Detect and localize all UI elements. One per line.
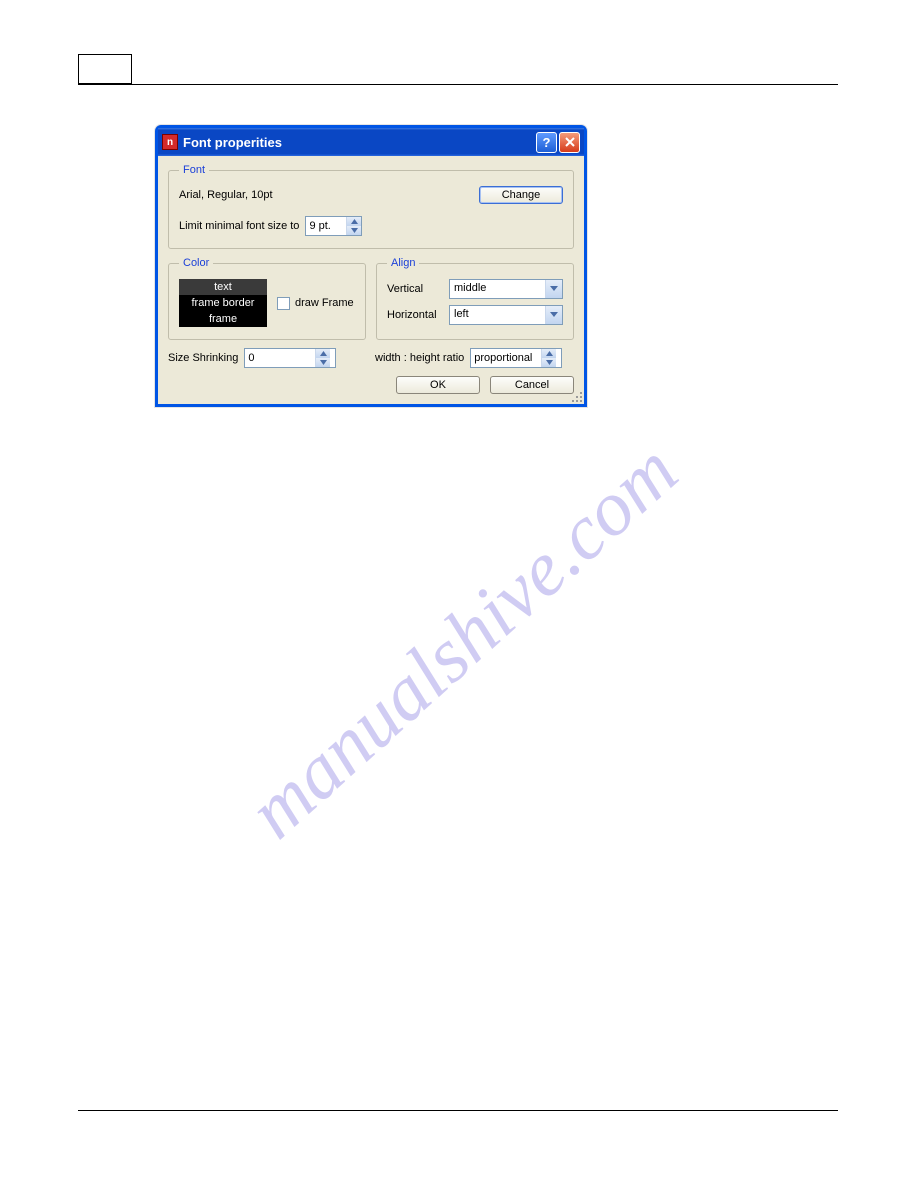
- size-shrinking-input[interactable]: [245, 349, 315, 367]
- change-button[interactable]: Change: [479, 186, 563, 204]
- app-icon: n: [162, 134, 178, 150]
- limit-font-input[interactable]: [306, 217, 346, 235]
- page-rule-top: [78, 84, 838, 85]
- color-option-frame-border[interactable]: frame border: [179, 295, 267, 311]
- page-rule-bottom: [78, 1110, 838, 1111]
- close-button[interactable]: [559, 132, 580, 153]
- help-button[interactable]: ?: [536, 132, 557, 153]
- color-option-frame[interactable]: frame: [179, 311, 267, 327]
- spinner-up-icon[interactable]: [347, 217, 361, 226]
- spinner-down-icon[interactable]: [316, 358, 330, 367]
- vertical-combo-value: middle: [450, 280, 545, 298]
- align-group-legend: Align: [387, 257, 419, 269]
- vertical-label: Vertical: [387, 283, 449, 295]
- color-list[interactable]: text frame border frame: [179, 279, 267, 327]
- cancel-button[interactable]: Cancel: [490, 376, 574, 394]
- font-properties-dialog: n Font properities ? Font Arial, Regular…: [155, 125, 587, 407]
- spinner-down-icon[interactable]: [347, 226, 361, 235]
- titlebar[interactable]: n Font properities ?: [158, 128, 584, 156]
- chevron-down-icon[interactable]: [545, 280, 562, 298]
- resize-grip[interactable]: [570, 390, 582, 402]
- ratio-spinner[interactable]: [470, 348, 562, 368]
- ratio-label: width : height ratio: [375, 352, 464, 364]
- page-corner-box: [78, 54, 132, 84]
- font-group-legend: Font: [179, 164, 209, 176]
- size-shrinking-spinner[interactable]: [244, 348, 336, 368]
- ratio-input[interactable]: [471, 349, 541, 367]
- spinner-up-icon[interactable]: [542, 349, 556, 358]
- font-group: Font Arial, Regular, 10pt Change Limit m…: [168, 164, 574, 249]
- horizontal-label: Horizontal: [387, 309, 449, 321]
- limit-font-spinner[interactable]: [305, 216, 362, 236]
- color-option-text[interactable]: text: [179, 279, 267, 295]
- spinner-down-icon[interactable]: [542, 358, 556, 367]
- horizontal-combo-value: left: [450, 306, 545, 324]
- align-group: Align Vertical middle Horizontal left: [376, 257, 574, 340]
- horizontal-combo[interactable]: left: [449, 305, 563, 325]
- spinner-up-icon[interactable]: [316, 349, 330, 358]
- current-font-text: Arial, Regular, 10pt: [179, 189, 273, 201]
- vertical-combo[interactable]: middle: [449, 279, 563, 299]
- draw-frame-checkbox-label[interactable]: draw Frame: [277, 297, 354, 310]
- chevron-down-icon[interactable]: [545, 306, 562, 324]
- color-group-legend: Color: [179, 257, 213, 269]
- draw-frame-checkbox[interactable]: [277, 297, 290, 310]
- size-shrinking-label: Size Shrinking: [168, 352, 238, 364]
- color-group: Color text frame border frame draw Frame: [168, 257, 366, 340]
- ok-button[interactable]: OK: [396, 376, 480, 394]
- svg-text:manualshive.com: manualshive.com: [231, 426, 693, 854]
- draw-frame-text: draw Frame: [295, 297, 354, 309]
- dialog-title: Font properities: [183, 135, 534, 150]
- limit-font-label: Limit minimal font size to: [179, 220, 299, 232]
- dialog-body: Font Arial, Regular, 10pt Change Limit m…: [158, 156, 584, 404]
